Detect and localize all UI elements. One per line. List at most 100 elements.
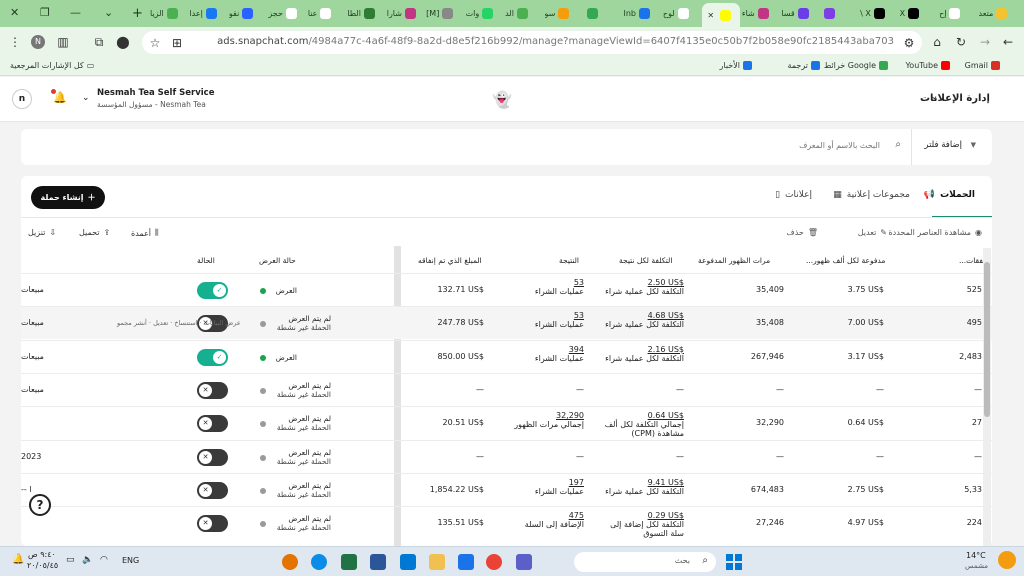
bookmark-item[interactable]: الأخبار: [720, 61, 752, 70]
bookmark-item[interactable]: ترجمة: [788, 61, 820, 70]
status-toggle[interactable]: ✕: [197, 448, 228, 466]
browser-tab[interactable]: حجز: [268, 4, 305, 23]
result-value[interactable]: —: [576, 385, 584, 394]
browser-tab[interactable]: الزيا: [150, 4, 187, 23]
browser-tab[interactable]: [M]: [426, 4, 463, 23]
browser-tab[interactable]: نقو: [229, 4, 266, 23]
column-header-spend[interactable]: ...نفقات: [959, 256, 985, 265]
edge-icon[interactable]: [311, 554, 327, 570]
view-selected-button[interactable]: مشاهدة العناصر المحددة ◉: [888, 228, 982, 237]
star-bookmark-icon[interactable]: ☆: [148, 36, 162, 50]
table-row[interactable]: 2023 — — — — — — لم يتم العرض الحملة غير نشطة ✕: [21, 439, 992, 473]
status-toggle[interactable]: ✕: [197, 481, 228, 499]
campaign-name[interactable]: -- ا: [21, 485, 32, 494]
row-action-view-data[interactable]: عرض البيانات: [204, 319, 241, 327]
columns-button[interactable]: أعمدة ⫼: [131, 228, 159, 238]
status-toggle[interactable]: ✕: [197, 381, 228, 399]
file-explorer-icon[interactable]: [429, 554, 445, 570]
cost-per-result-value[interactable]: 4.68 US$: [648, 311, 684, 320]
status-toggle[interactable]: ✓: [197, 282, 228, 299]
table-row[interactable]: مبيعات 525 3.75 US$ 35,409 2.50 US$ التكلفة ل…: [21, 273, 992, 306]
cost-per-result-value[interactable]: 9.41 US$: [648, 478, 684, 487]
browser-tab[interactable]: X: [900, 4, 937, 23]
account-switcher[interactable]: Nesmah Tea Self Service مسؤول المؤسسة - …: [97, 88, 214, 109]
campaign-name[interactable]: مبيعات: [21, 318, 44, 327]
all-bookmarks[interactable]: كل الإشارات المرجعية ▭: [10, 61, 94, 70]
site-info-icon[interactable]: ⚙: [902, 36, 916, 50]
cost-per-result-value[interactable]: 2.16 US$: [648, 345, 684, 354]
caret-down-icon[interactable]: ▼: [971, 141, 976, 149]
home-icon[interactable]: ⌂: [930, 35, 944, 49]
browser-tab[interactable]: [584, 4, 621, 23]
cost-per-result-value[interactable]: 0.64 US$: [648, 411, 684, 420]
status-toggle[interactable]: ✓: [197, 348, 228, 366]
word-icon[interactable]: [370, 554, 386, 570]
chevron-down-icon[interactable]: ⌄: [82, 93, 90, 103]
add-filter-button[interactable]: إضافة فلتر: [924, 140, 962, 150]
chevron-down-icon[interactable]: ⌄: [930, 92, 938, 102]
result-value[interactable]: 32,290: [556, 411, 584, 420]
close-window-icon[interactable]: ✕: [10, 6, 19, 19]
browser-tab[interactable]: ✕: [702, 3, 740, 27]
upload-button[interactable]: تحميل ⇪: [79, 228, 110, 237]
chrome-icon[interactable]: [486, 554, 502, 570]
edit-button[interactable]: تعديل ✎: [858, 228, 887, 237]
browser-tab[interactable]: سو: [545, 4, 582, 23]
cost-per-result-value[interactable]: 2.50 US$: [648, 278, 684, 287]
column-header-cost-per-result[interactable]: التكلفة لكل نتيجة: [619, 256, 672, 265]
tab-campaigns[interactable]: 📢 الحملات: [924, 190, 975, 200]
browser-tab[interactable]: شاء: [742, 4, 779, 23]
outlook-icon[interactable]: [400, 554, 416, 570]
browser-tab[interactable]: وات: [466, 4, 503, 23]
url-bar[interactable]: ☆ ⊞ ads.snapchat.com/4984a77c-4a6f-48f9-…: [142, 31, 922, 54]
browser-tab[interactable]: شارا: [387, 4, 424, 23]
browser-tab[interactable]: الد: [505, 4, 542, 23]
status-toggle[interactable]: ✕: [197, 415, 228, 433]
browser-tab[interactable]: [821, 4, 858, 23]
column-header-result[interactable]: النتيجة: [559, 256, 579, 265]
translate-icon[interactable]: ⊞: [170, 36, 184, 50]
bookmark-item[interactable]: خرائط Google: [824, 61, 888, 70]
cost-per-result-value[interactable]: —: [676, 452, 684, 461]
mail-icon[interactable]: [458, 554, 474, 570]
download-button[interactable]: تنزيل ⇩: [28, 228, 56, 237]
bookmark-item[interactable]: Gmail: [965, 61, 1000, 70]
notification-bell-icon[interactable]: 🔔: [12, 554, 24, 565]
row-action-more[interactable]: أنشر مجمو: [117, 319, 147, 327]
result-value[interactable]: 197: [569, 478, 584, 487]
profile-avatar[interactable]: N: [31, 35, 45, 49]
browser-tab[interactable]: متعد: [979, 4, 1016, 23]
tab-ad-groups[interactable]: ▦ مجموعات إعلانية: [833, 190, 910, 200]
row-action-duplicate[interactable]: استنساخ: [174, 319, 197, 327]
taskbar-search[interactable]: ⌕ بحث: [574, 552, 716, 572]
windows-start-icon[interactable]: [726, 554, 742, 570]
column-header-status[interactable]: الحالة: [197, 256, 215, 265]
tab-ads[interactable]: ▯ إعلانات: [775, 190, 812, 200]
campaign-name[interactable]: مبيعات: [21, 285, 44, 294]
new-tab-plus-icon[interactable]: +: [132, 6, 143, 21]
table-row[interactable]: مبيعات — — — — — — لم يتم العرض الحملة غير نشطة ✕: [21, 372, 992, 406]
reload-icon[interactable]: ↻: [954, 35, 968, 49]
forward-arrow-icon[interactable]: →: [978, 35, 992, 49]
teams-icon[interactable]: [516, 554, 532, 570]
delete-button[interactable]: حذف 🗑: [786, 228, 818, 237]
excel-icon[interactable]: [341, 554, 357, 570]
status-toggle[interactable]: ✕: [197, 515, 228, 533]
close-tab-icon[interactable]: ✕: [707, 11, 714, 20]
column-header-cpm[interactable]: ...مدفوعة لكل ألف ظهور: [806, 256, 885, 265]
clock-time[interactable]: ٩:٤٠ ص: [28, 550, 56, 559]
menu-dots-icon[interactable]: ⋮: [8, 35, 22, 49]
row-action-edit[interactable]: تعديل: [153, 319, 168, 327]
browser-tab[interactable]: إح: [939, 4, 976, 23]
result-value[interactable]: —: [576, 452, 584, 461]
column-header-delivery-status[interactable]: حالة العرض: [259, 256, 296, 265]
minimize-window-icon[interactable]: —: [70, 6, 81, 19]
browser-tab[interactable]: عنا: [308, 4, 345, 23]
cost-per-result-value[interactable]: —: [676, 385, 684, 394]
column-header-paid-impressions[interactable]: مرات الظهور المدفوعة: [698, 256, 770, 265]
taskbar-search-input[interactable]: بحث: [675, 556, 690, 565]
table-row[interactable]: مبيعات 2,483 3.17 US$ 267,946 2.16 US$ التكلف…: [21, 339, 992, 373]
user-avatar[interactable]: n: [12, 89, 32, 109]
search-input[interactable]: البحث بالاسم أو المعرف: [799, 141, 880, 150]
result-value[interactable]: 394: [569, 345, 584, 354]
